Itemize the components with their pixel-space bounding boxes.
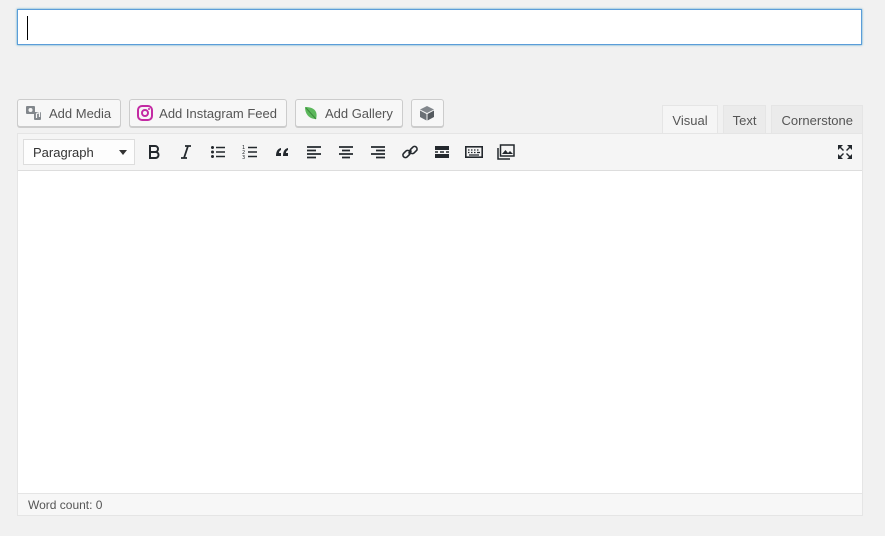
media-icon	[25, 104, 43, 122]
insert-link-button[interactable]	[400, 142, 420, 162]
media-buttons-bar: Add Media Add Instagram Feed Add Gallery	[17, 99, 444, 127]
instagram-icon	[137, 105, 154, 121]
svg-text:3: 3	[242, 155, 245, 160]
add-instagram-feed-label: Add Instagram Feed	[159, 105, 277, 121]
add-media-button[interactable]: Add Media	[17, 99, 122, 127]
add-instagram-feed-button[interactable]: Add Instagram Feed	[129, 99, 287, 127]
numbered-list-button[interactable]: 1 2 3	[240, 142, 260, 162]
text-caret	[27, 16, 28, 40]
post-title-input[interactable]	[17, 9, 862, 45]
add-gallery-label: Add Gallery	[324, 105, 393, 121]
align-right-button[interactable]	[368, 142, 388, 162]
keyboard-icon	[465, 145, 483, 158]
bold-button[interactable]	[144, 142, 164, 162]
read-more-button[interactable]	[432, 142, 452, 162]
align-right-icon	[371, 146, 385, 159]
insert-block-button[interactable]	[410, 99, 444, 127]
align-left-button[interactable]	[304, 142, 324, 162]
fullscreen-icon	[838, 145, 852, 159]
image-icon	[497, 144, 515, 160]
add-media-label: Add Media	[49, 105, 112, 121]
link-icon	[402, 145, 418, 159]
align-left-icon	[307, 146, 321, 159]
editor-toolbar: Paragraph 1 2 3	[18, 134, 862, 171]
word-count: Word count: 0	[28, 497, 103, 512]
bold-icon	[149, 145, 160, 159]
read-more-icon	[435, 146, 449, 158]
toolbar-toggle-button[interactable]	[464, 142, 484, 162]
tab-visual[interactable]: Visual	[662, 105, 718, 134]
align-center-button[interactable]	[336, 142, 356, 162]
add-image-button[interactable]	[496, 142, 516, 162]
editor-container: Paragraph 1 2 3 Word count: 0	[17, 133, 863, 516]
editor-statusbar: Word count: 0	[18, 493, 862, 515]
italic-icon	[181, 145, 191, 159]
leaf-icon	[303, 105, 319, 121]
bulleted-list-button[interactable]	[208, 142, 228, 162]
numbered-list-icon: 1 2 3	[242, 145, 257, 160]
editor-content-area[interactable]	[18, 171, 862, 493]
format-select-value: Paragraph	[33, 144, 94, 160]
add-gallery-button[interactable]: Add Gallery	[294, 99, 403, 127]
bulleted-list-icon	[211, 146, 225, 158]
italic-button[interactable]	[176, 142, 196, 162]
blockquote-button[interactable]	[272, 142, 292, 162]
align-center-icon	[339, 146, 353, 159]
tab-cornerstone[interactable]: Cornerstone	[771, 105, 863, 134]
chevron-down-icon	[119, 150, 127, 155]
format-select[interactable]: Paragraph	[23, 139, 135, 165]
quote-icon	[276, 148, 288, 156]
cube-icon	[419, 105, 435, 121]
fullscreen-button[interactable]	[835, 142, 855, 162]
tab-text[interactable]: Text	[722, 105, 767, 134]
editor-tabs: Visual Text Cornerstone	[662, 105, 863, 134]
